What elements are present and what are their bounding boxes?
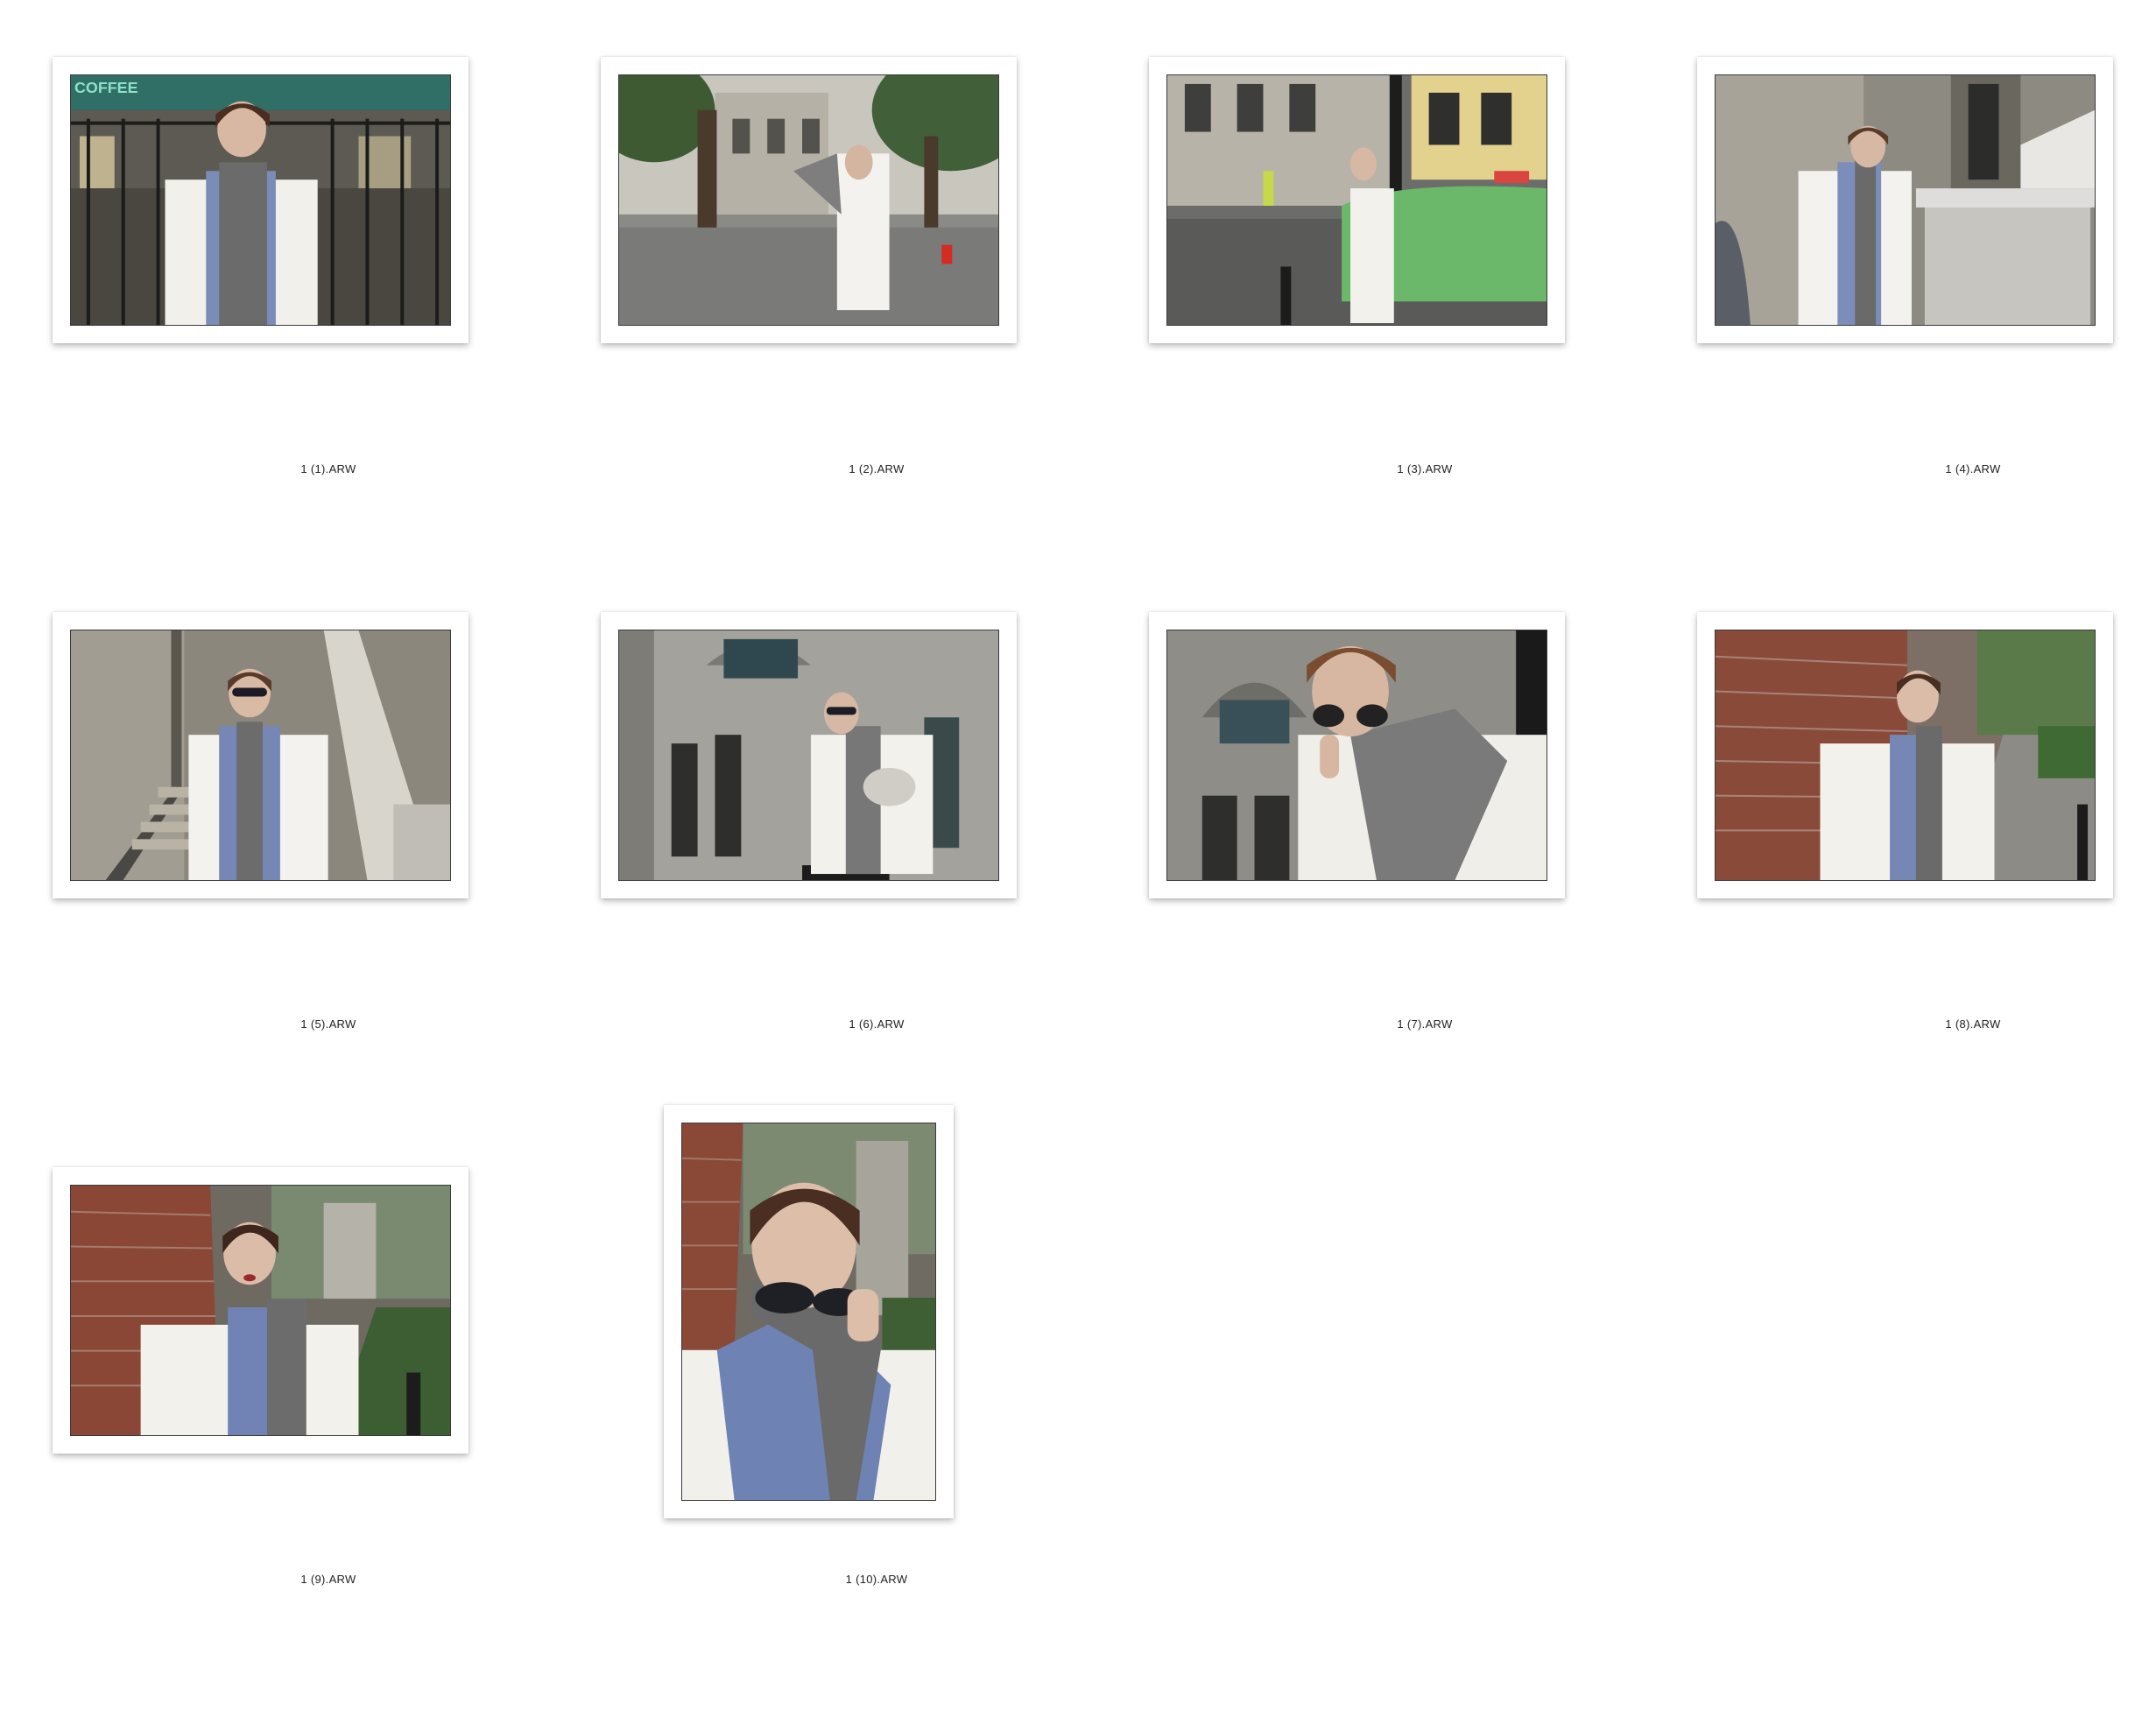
thumbnail-filename[interactable]: 1 (3).ARW	[1149, 462, 1701, 475]
thumbnail-item[interactable]: 1 (7).ARW	[1149, 608, 1701, 1163]
thumbnail-filename[interactable]: 1 (9).ARW	[53, 1573, 604, 1586]
thumbnail-item[interactable]: 1 (3).ARW	[1149, 53, 1701, 608]
photo-thumbnail[interactable]	[681, 1123, 936, 1501]
thumbnail-frame[interactable]	[1697, 57, 2113, 343]
thumbnail-item[interactable]: 1 (5).ARW	[53, 608, 604, 1163]
photo-thumbnail[interactable]: COFFEE	[70, 74, 451, 326]
thumbnail-item[interactable]: 1 (6).ARW	[601, 608, 1152, 1163]
thumbnail-frame[interactable]	[1697, 612, 2113, 898]
photo-image: COFFEE	[71, 75, 450, 325]
photo-thumbnail[interactable]	[618, 630, 999, 881]
photo-image	[1716, 630, 2095, 880]
thumbnail-item[interactable]: 1 (8).ARW	[1697, 608, 2156, 1163]
thumbnail-frame[interactable]	[53, 1167, 469, 1454]
photo-thumbnail[interactable]	[70, 1185, 451, 1436]
photo-image	[619, 75, 998, 325]
cafe-sign-text: COFFEE	[74, 79, 138, 96]
photo-thumbnail[interactable]	[1166, 630, 1547, 881]
thumbnail-item[interactable]: 1 (2).ARW	[601, 53, 1152, 608]
thumbnail-item[interactable]: 1 (9).ARW	[53, 1163, 604, 1718]
thumbnail-filename[interactable]: 1 (4).ARW	[1697, 462, 2156, 475]
photo-thumbnail[interactable]	[1715, 74, 2096, 326]
thumbnail-frame[interactable]	[664, 1105, 954, 1518]
thumbnail-filename[interactable]: 1 (10).ARW	[601, 1573, 1152, 1586]
thumbnail-filename[interactable]: 1 (1).ARW	[53, 462, 604, 475]
photo-thumbnail[interactable]	[618, 74, 999, 326]
thumbnail-frame[interactable]	[601, 57, 1017, 343]
thumbnail-filename[interactable]: 1 (2).ARW	[601, 462, 1152, 475]
photo-image	[1167, 630, 1547, 880]
thumbnail-filename[interactable]: 1 (6).ARW	[601, 1017, 1152, 1031]
photo-thumbnail[interactable]	[70, 630, 451, 881]
thumbnail-item[interactable]: 1 (4).ARW	[1697, 53, 2156, 608]
thumbnail-frame[interactable]	[53, 612, 469, 898]
thumbnail-filename[interactable]: 1 (5).ARW	[53, 1017, 604, 1031]
photo-image	[1716, 75, 2095, 325]
thumbnail-frame[interactable]	[601, 612, 1017, 898]
thumbnail-frame[interactable]	[1149, 612, 1565, 898]
photo-thumbnail[interactable]	[1166, 74, 1547, 326]
thumbnail-filename[interactable]: 1 (8).ARW	[1697, 1017, 2156, 1031]
photo-image	[71, 1186, 450, 1435]
photo-thumbnail[interactable]	[1715, 630, 2096, 881]
photo-image	[682, 1123, 935, 1500]
thumbnail-frame[interactable]: COFFEE	[53, 57, 469, 343]
photo-image	[71, 630, 450, 880]
photo-image	[1167, 75, 1547, 325]
thumbnail-grid: COFFEE 1 (1).ARW 1 (2).ARW 1 (3).ARW 1 (…	[0, 0, 2156, 1601]
photo-image	[619, 630, 998, 880]
thumbnail-filename[interactable]: 1 (7).ARW	[1149, 1017, 1701, 1031]
thumbnail-frame[interactable]	[1149, 57, 1565, 343]
thumbnail-item[interactable]: COFFEE 1 (1).ARW	[53, 53, 604, 608]
thumbnail-item[interactable]: 1 (10).ARW	[601, 1105, 1152, 1718]
